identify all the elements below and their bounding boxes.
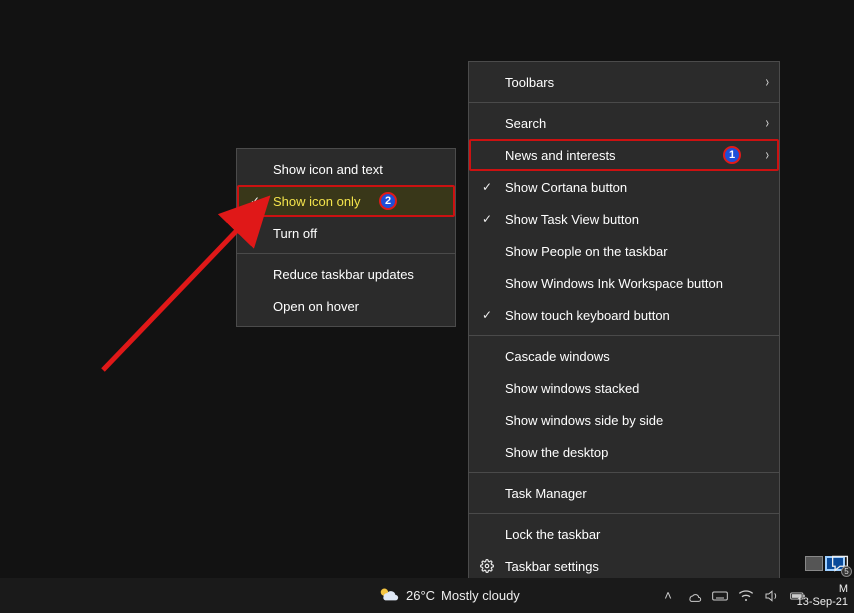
menu-label: Show Task View button: [505, 212, 639, 227]
taskbar-preview-frame[interactable]: [805, 556, 823, 571]
menu-item-task-manager[interactable]: Task Manager: [469, 477, 779, 509]
menu-item-toolbars[interactable]: Toolbars ›: [469, 66, 779, 98]
menu-label: Show touch keyboard button: [505, 308, 670, 323]
menu-item-show-desktop[interactable]: Show the desktop: [469, 436, 779, 468]
menu-item-show-people[interactable]: Show People on the taskbar: [469, 235, 779, 267]
menu-label: Lock the taskbar: [505, 527, 600, 542]
tray-volume-icon[interactable]: [764, 588, 780, 604]
chevron-right-icon: ›: [766, 146, 769, 164]
menu-separator: [469, 513, 779, 514]
menu-item-show-icon-and-text[interactable]: Show icon and text: [237, 153, 455, 185]
menu-label: Show Windows Ink Workspace button: [505, 276, 723, 291]
menu-item-reduce-updates[interactable]: Reduce taskbar updates: [237, 258, 455, 290]
menu-label: Show People on the taskbar: [505, 244, 668, 259]
menu-item-lock-taskbar[interactable]: Lock the taskbar: [469, 518, 779, 550]
weather-cloud-icon: [378, 585, 400, 606]
menu-label: Search: [505, 116, 546, 131]
action-center-button[interactable]: 5: [830, 554, 850, 575]
menu-label: Show windows side by side: [505, 413, 663, 428]
menu-label: Toolbars: [505, 75, 554, 90]
menu-label: News and interests: [505, 148, 616, 163]
check-icon: ✓: [245, 194, 265, 208]
menu-item-open-on-hover[interactable]: Open on hover: [237, 290, 455, 322]
weather-widget[interactable]: 26°C Mostly cloudy: [378, 585, 520, 606]
gear-icon: [477, 559, 497, 573]
menu-item-show-icon-only[interactable]: ✓ Show icon only 2: [237, 185, 455, 217]
clock-time: M: [797, 583, 848, 596]
check-icon: ✓: [477, 180, 497, 194]
weather-desc: Mostly cloudy: [441, 588, 520, 603]
menu-separator: [469, 335, 779, 336]
menu-item-search[interactable]: Search ›: [469, 107, 779, 139]
taskbar-clock[interactable]: M 13-Sep-21: [797, 583, 848, 609]
system-tray: ˄: [660, 588, 806, 604]
menu-item-show-taskview[interactable]: ✓ Show Task View button: [469, 203, 779, 235]
menu-item-news-and-interests[interactable]: News and interests 1 ›: [469, 139, 779, 171]
menu-item-cascade-windows[interactable]: Cascade windows: [469, 340, 779, 372]
taskbar-context-menu: Toolbars › Search › News and interests 1…: [468, 61, 780, 587]
menu-separator: [469, 102, 779, 103]
menu-label: Show Cortana button: [505, 180, 627, 195]
menu-label: Taskbar settings: [505, 559, 599, 574]
chevron-right-icon: ›: [766, 73, 769, 91]
annotation-badge-1: 1: [723, 146, 741, 164]
menu-item-side-by-side[interactable]: Show windows side by side: [469, 404, 779, 436]
menu-label: Show icon and text: [273, 162, 383, 177]
tray-keyboard-icon[interactable]: [712, 588, 728, 604]
menu-label: Show windows stacked: [505, 381, 639, 396]
check-icon: ✓: [477, 308, 497, 322]
menu-separator: [469, 472, 779, 473]
taskbar: 26°C Mostly cloudy ˄ M 13-Sep-21: [0, 578, 854, 613]
menu-separator: [237, 253, 455, 254]
menu-label: Open on hover: [273, 299, 359, 314]
menu-label: Reduce taskbar updates: [273, 267, 414, 282]
menu-label: Show the desktop: [505, 445, 608, 460]
menu-item-show-touch-keyboard[interactable]: ✓ Show touch keyboard button: [469, 299, 779, 331]
tray-wifi-icon[interactable]: [738, 588, 754, 604]
menu-item-show-cortana[interactable]: ✓ Show Cortana button: [469, 171, 779, 203]
menu-item-show-ink[interactable]: Show Windows Ink Workspace button: [469, 267, 779, 299]
menu-item-turn-off[interactable]: Turn off: [237, 217, 455, 249]
weather-temp: 26°C: [406, 588, 435, 603]
annotation-badge-2: 2: [379, 192, 397, 210]
menu-label: Cascade windows: [505, 349, 610, 364]
menu-label: Task Manager: [505, 486, 587, 501]
tray-onedrive-icon[interactable]: [686, 588, 702, 604]
menu-item-stacked[interactable]: Show windows stacked: [469, 372, 779, 404]
check-icon: ✓: [477, 212, 497, 226]
menu-label: Turn off: [273, 226, 317, 241]
clock-date: 13-Sep-21: [797, 596, 848, 609]
news-submenu: Show icon and text ✓ Show icon only 2 Tu…: [236, 148, 456, 327]
chevron-right-icon: ›: [766, 114, 769, 132]
menu-label: Show icon only: [273, 194, 360, 209]
notification-count: 5: [841, 566, 852, 577]
tray-chevron-icon[interactable]: ˄: [660, 588, 676, 604]
